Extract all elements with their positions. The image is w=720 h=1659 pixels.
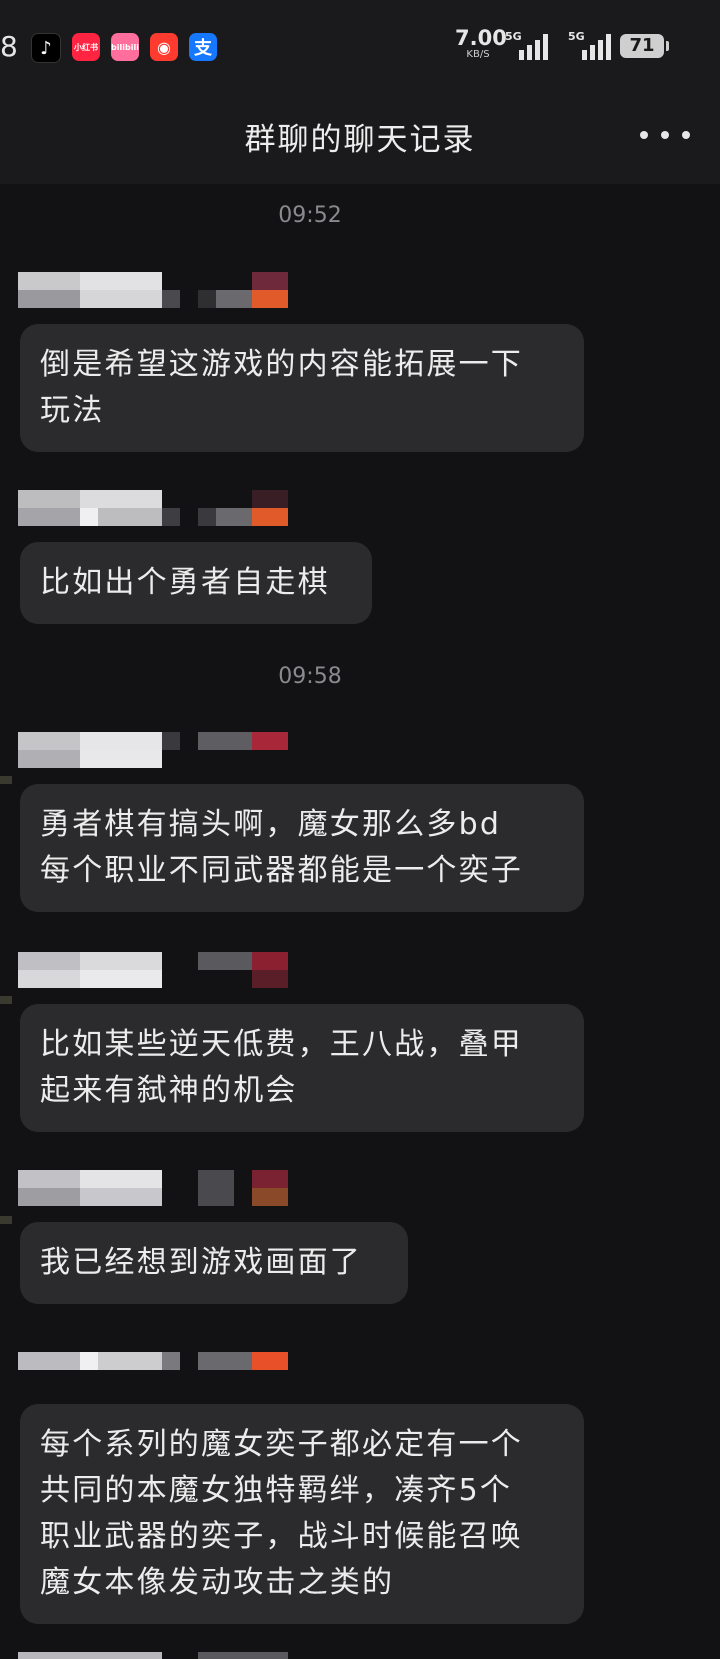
network-speed: 7.00 KB/S	[455, 26, 507, 60]
sender-name-pixelated	[18, 490, 298, 526]
message-bubble[interactable]: 比如某些逆天低费，王八战，叠甲 起来有弑神的机会	[20, 1004, 584, 1132]
sender-name-pixelated	[18, 952, 298, 988]
xiaohongshu-icon: 小红书	[72, 33, 100, 61]
message-bubble[interactable]: 每个系列的魔女奕子都必定有一个 共同的本魔女独特羁绊，凑齐5个 职业武器的奕子，…	[20, 1404, 584, 1624]
sender-name-pixelated	[18, 272, 298, 308]
battery-icon: 71	[620, 34, 669, 58]
pink-app-icon: bilibili	[111, 33, 139, 61]
red-app-icon: ◉	[150, 33, 178, 61]
sender-name-pixelated	[18, 1352, 298, 1388]
message-bubble[interactable]: 勇者棋有搞头啊，魔女那么多bd 每个职业不同武器都能是一个奕子	[20, 784, 584, 912]
tiktok-icon: ♪	[31, 33, 61, 63]
network-speed-value: 7.00	[455, 26, 507, 50]
sender-name-pixelated	[18, 1652, 298, 1659]
network-speed-unit: KB/S	[466, 49, 490, 60]
sender-name-pixelated	[18, 732, 298, 768]
dot-icon	[682, 131, 690, 139]
message-bubble[interactable]: 我已经想到游戏画面了	[20, 1222, 408, 1304]
signal-2-icon: 5G	[568, 30, 623, 60]
message-bubble[interactable]: 比如出个勇者自走棋	[20, 542, 372, 624]
more-options-button[interactable]	[640, 120, 690, 150]
status-time: 8	[0, 30, 18, 63]
alipay-icon: 支	[189, 33, 217, 61]
dot-icon	[640, 131, 648, 139]
notification-icons: ♪ 小红书 bilibili ◉ 支	[31, 33, 217, 63]
message-bubble[interactable]: 倒是希望这游戏的内容能拓展一下 玩法	[20, 324, 584, 452]
dot-icon	[661, 131, 669, 139]
title-bar: 群聊的聊天记录	[0, 92, 720, 184]
signal-1-icon: 5G	[505, 30, 560, 60]
timestamp: 09:58	[278, 664, 342, 689]
sender-name-pixelated	[18, 1170, 298, 1206]
timestamp: 09:52	[278, 203, 342, 228]
status-bar: 8 ♪ 小红书 bilibili ◉ 支 7.00 KB/S 5G 5G 71	[0, 0, 720, 92]
page-title: 群聊的聊天记录	[244, 122, 476, 158]
